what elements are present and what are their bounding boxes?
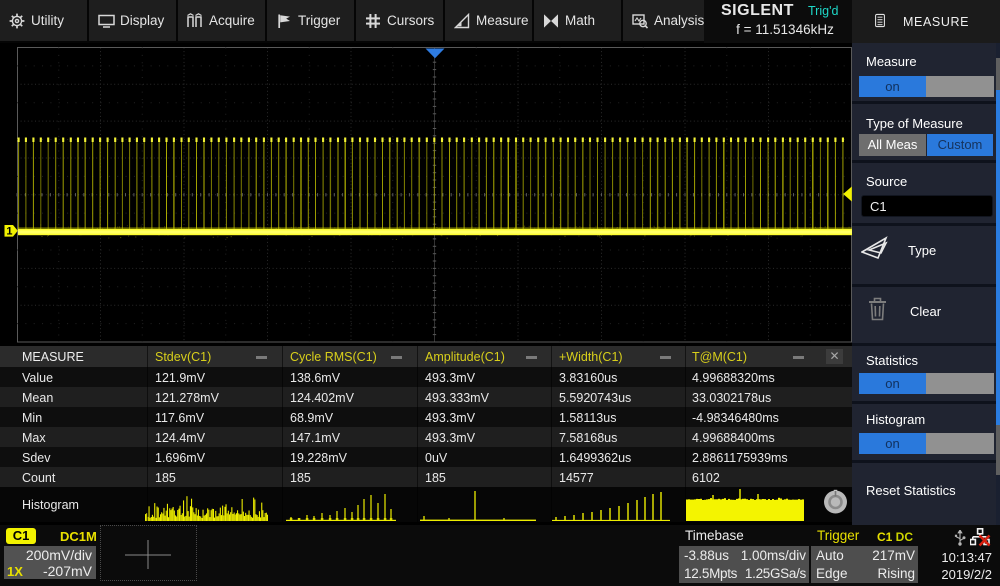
- svg-text:1: 1: [6, 226, 12, 238]
